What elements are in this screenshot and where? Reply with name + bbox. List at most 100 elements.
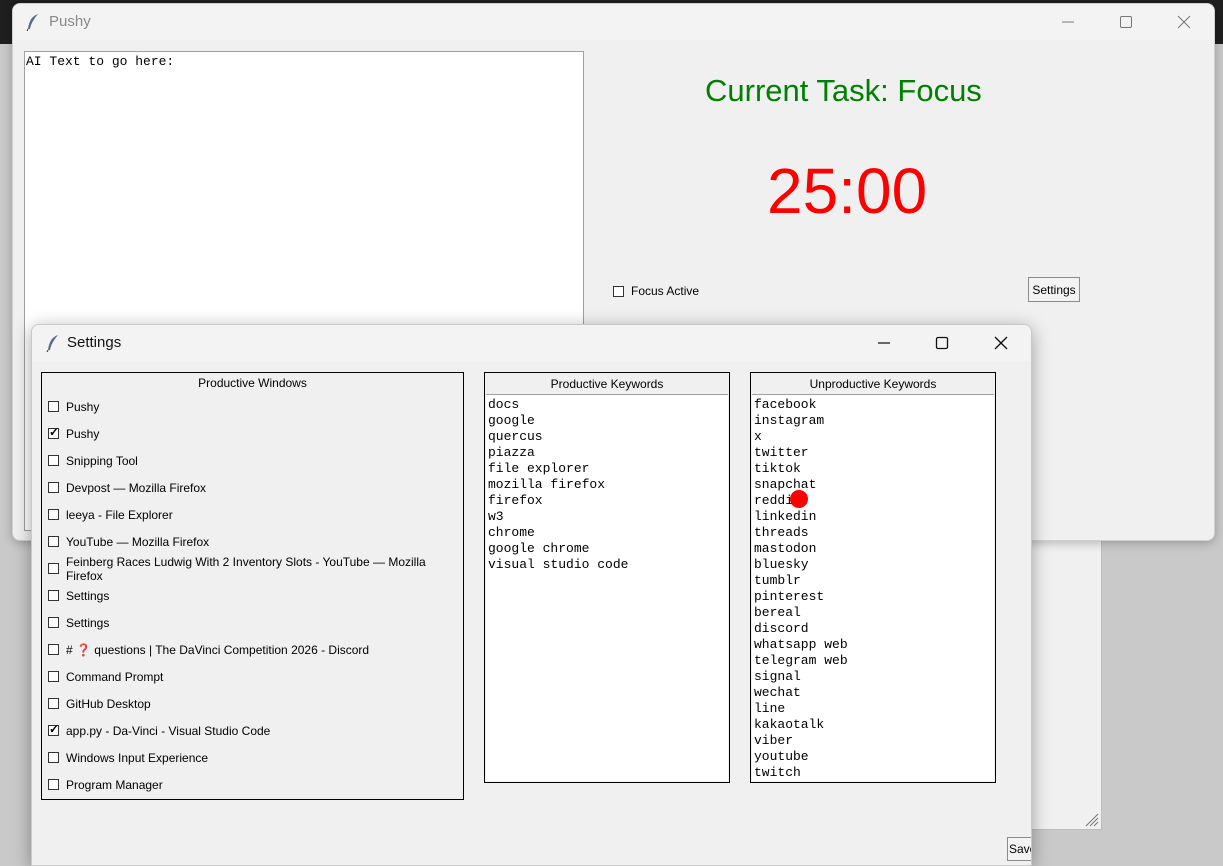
keyword-line: tumblr — [754, 573, 801, 588]
productive-window-item[interactable]: Settings — [48, 609, 463, 636]
keyword-line: google — [488, 413, 535, 428]
productive-window-checkbox[interactable] — [48, 779, 59, 790]
productive-window-label: Settings — [66, 588, 110, 603]
productive-window-label: app.py - Da-Vinci - Visual Studio Code — [66, 723, 271, 738]
focus-active-toggle[interactable]: Focus Active — [613, 284, 699, 298]
keyword-line: piazza — [488, 445, 535, 460]
keyword-line: twitter — [754, 445, 809, 460]
current-task-label: Current Task: Focus — [705, 73, 982, 108]
unproductive-keywords-panel: Unproductive Keywords facebook instagram x… — [750, 372, 996, 783]
productive-window-label: GitHub Desktop — [66, 696, 151, 711]
productive-window-label: Windows Input Experience — [66, 750, 209, 765]
keyword-line: mozilla firefox — [488, 477, 606, 492]
keyword-line: mastodon — [754, 541, 817, 556]
productive-window-checkbox[interactable] — [48, 401, 59, 412]
keyword-line: discord — [754, 621, 809, 636]
productive-window-label: Pushy — [66, 399, 100, 414]
keyword-line: bereal — [754, 605, 801, 620]
productive-window-checkbox[interactable] — [48, 563, 59, 574]
resize-grip-icon[interactable] — [1083, 811, 1099, 827]
feather-icon — [46, 335, 58, 352]
productive-keywords-panel: Productive Keywords docs google quercus pia… — [484, 372, 730, 783]
focus-active-label: Focus Active — [631, 284, 700, 298]
unproductive-keywords-title: Unproductive Keywords — [752, 374, 994, 395]
productive-keywords-textbox[interactable]: docs google quercus piazza file explorer mozi… — [486, 394, 728, 781]
timer-display: 25:00 — [767, 155, 928, 227]
productive-window-label: Program Manager — [66, 777, 163, 792]
keyword-line: chrome — [488, 525, 535, 540]
productive-window-checkbox[interactable] — [48, 509, 59, 520]
minimize-button[interactable] — [1039, 4, 1097, 40]
productive-window-item[interactable]: Settings — [48, 582, 463, 609]
productive-window-item[interactable]: GitHub Desktop — [48, 690, 463, 717]
settings-window: Settings Productive Windows Pushy Pushy Sn… — [31, 324, 1032, 866]
keyword-line: wechat — [754, 685, 801, 700]
productive-window-label: leeya - File Explorer — [66, 507, 173, 522]
keyword-line: docs — [488, 397, 520, 412]
productive-window-label: Snipping Tool — [66, 453, 138, 468]
productive-window-checkbox[interactable] — [48, 536, 59, 547]
productive-window-item[interactable]: Windows Input Experience — [48, 744, 463, 771]
keyword-line: visual studio code — [488, 557, 629, 572]
keyword-line: youtube — [754, 749, 809, 764]
productive-window-checkbox[interactable] — [48, 752, 59, 763]
close-icon — [1177, 15, 1191, 29]
productive-window-checkbox[interactable] — [48, 722, 59, 736]
keyword-line: snapchat — [754, 477, 817, 492]
productive-window-item[interactable]: Feinberg Races Ludwig With 2 Inventory S… — [48, 554, 463, 583]
productive-window-label: Devpost — Mozilla Firefox — [66, 480, 207, 495]
productive-window-label: Feinberg Races Ludwig With 2 Inventory S… — [65, 554, 426, 583]
minimize-icon — [878, 342, 890, 344]
productive-window-item[interactable]: leeya - File Explorer — [48, 501, 463, 528]
settings-minimize-button[interactable] — [855, 325, 913, 361]
keyword-line: twitch — [754, 765, 801, 780]
productive-window-item[interactable]: YouTube — Mozilla Firefox — [48, 528, 463, 555]
settings-titlebar[interactable]: Settings — [32, 325, 1031, 361]
close-button[interactable] — [1155, 4, 1213, 40]
productive-window-item[interactable]: Program Manager — [48, 771, 463, 798]
productive-window-item[interactable]: Pushy — [48, 420, 463, 447]
keyword-line: instagram — [754, 413, 825, 428]
productive-keywords-title: Productive Keywords — [486, 374, 728, 395]
productive-window-checkbox[interactable] — [48, 644, 59, 655]
maximize-icon — [1120, 16, 1132, 28]
productive-window-checkbox[interactable] — [48, 455, 59, 466]
keyword-line: quercus — [488, 429, 543, 444]
productive-window-item[interactable]: app.py - Da-Vinci - Visual Studio Code — [48, 717, 463, 744]
main-titlebar[interactable]: Pushy — [13, 4, 1214, 40]
productive-window-checkbox[interactable] — [48, 425, 59, 439]
productive-window-label: Command Prompt — [66, 669, 164, 684]
productive-windows-panel: Productive Windows Pushy Pushy Snipping To… — [41, 372, 464, 800]
unproductive-keywords-textbox[interactable]: facebook instagram x twitter tiktok snapchat r… — [752, 394, 994, 781]
productive-windows-title: Productive Windows — [198, 376, 307, 390]
minimize-icon — [1062, 21, 1074, 23]
maximize-button[interactable] — [1097, 4, 1155, 40]
productive-window-checkbox[interactable] — [48, 671, 59, 682]
settings-button[interactable]: Settings — [1028, 277, 1080, 302]
productive-window-item[interactable]: # ❓ questions | The DaVinci Competition … — [48, 636, 463, 663]
keyword-line: threads — [754, 525, 809, 540]
productive-window-item[interactable]: Pushy — [48, 393, 463, 420]
productive-windows-list: Pushy Pushy Snipping Tool Devpost — Mozilla… — [42, 393, 463, 798]
keyword-line: facebook — [754, 397, 817, 412]
productive-window-checkbox[interactable] — [48, 617, 59, 628]
main-window-title: Pushy — [49, 13, 91, 30]
productive-window-checkbox[interactable] — [48, 482, 59, 493]
productive-window-checkbox[interactable] — [48, 590, 59, 601]
settings-close-button[interactable] — [972, 325, 1030, 361]
productive-window-item[interactable]: Command Prompt — [48, 663, 463, 690]
settings-window-title: Settings — [67, 334, 122, 351]
cursor-indicator-dot — [790, 490, 808, 508]
keyword-line: pinterest — [754, 589, 825, 604]
keyword-line: kakaotalk — [754, 717, 825, 732]
productive-window-item[interactable]: Devpost — Mozilla Firefox — [48, 474, 463, 501]
focus-active-checkbox[interactable] — [613, 285, 624, 297]
productive-window-item[interactable]: Snipping Tool — [48, 447, 463, 474]
productive-window-label: YouTube — Mozilla Firefox — [66, 534, 210, 549]
productive-window-checkbox[interactable] — [48, 698, 59, 709]
keyword-line: telegram web — [754, 653, 848, 668]
close-icon — [994, 336, 1008, 350]
keyword-line: w3 — [488, 509, 504, 524]
settings-maximize-button[interactable] — [913, 325, 971, 361]
save-button[interactable]: Save — [1007, 837, 1031, 861]
